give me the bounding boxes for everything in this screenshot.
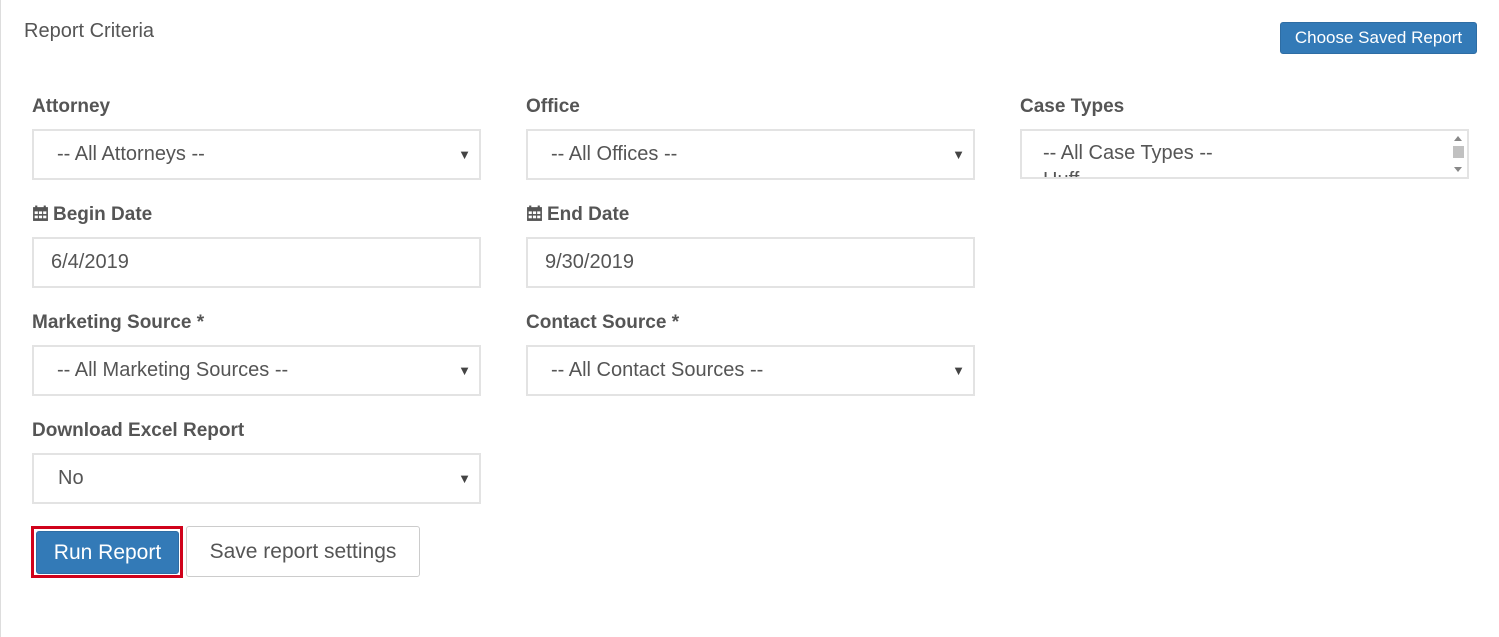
attorney-label: Attorney — [32, 96, 111, 117]
marketing-source-select-value: -- All Marketing Sources -- — [57, 359, 289, 381]
begin-date-label: Begin Date — [32, 204, 152, 226]
calendar-icon — [527, 205, 542, 221]
download-excel-select[interactable]: No ▼ — [32, 453, 481, 504]
case-types-multiselect[interactable]: -- All Case Types -- Huff — [1020, 129, 1469, 179]
scroll-up-icon[interactable] — [1454, 136, 1462, 141]
case-types-option[interactable]: -- All Case Types -- — [1043, 142, 1213, 165]
end-date-label-text: End Date — [547, 204, 630, 225]
chevron-down-icon: ▼ — [458, 471, 471, 486]
end-date-input[interactable]: 9/30/2019 — [526, 237, 975, 288]
download-excel-select-value: No — [58, 467, 84, 489]
marketing-source-label: Marketing Source * — [32, 312, 205, 333]
calendar-icon — [33, 205, 48, 221]
chevron-down-icon: ▼ — [458, 147, 471, 162]
case-types-label: Case Types — [1020, 96, 1125, 117]
office-label: Office — [526, 96, 580, 117]
scroll-down-icon[interactable] — [1454, 167, 1462, 172]
scroll-thumb[interactable] — [1453, 146, 1464, 158]
save-report-settings-button[interactable]: Save report settings — [186, 526, 420, 577]
attorney-select[interactable]: -- All Attorneys -- ▼ — [32, 129, 481, 180]
case-types-option[interactable]: Huff — [1043, 169, 1079, 177]
office-select-value: -- All Offices -- — [551, 143, 678, 165]
choose-saved-report-button[interactable]: Choose Saved Report — [1280, 22, 1477, 54]
end-date-label: End Date — [526, 204, 629, 226]
begin-date-input[interactable]: 6/4/2019 — [32, 237, 481, 288]
contact-source-label: Contact Source * — [526, 312, 680, 333]
contact-source-select-value: -- All Contact Sources -- — [551, 359, 764, 381]
contact-source-select[interactable]: -- All Contact Sources -- ▼ — [526, 345, 975, 396]
office-select[interactable]: -- All Offices -- ▼ — [526, 129, 975, 180]
chevron-down-icon: ▼ — [952, 147, 965, 162]
attorney-select-value: -- All Attorneys -- — [57, 143, 205, 165]
run-report-button[interactable]: Run Report — [36, 531, 179, 574]
case-types-scrollbar[interactable] — [1450, 131, 1467, 177]
marketing-source-select[interactable]: -- All Marketing Sources -- ▼ — [32, 345, 481, 396]
chevron-down-icon: ▼ — [952, 363, 965, 378]
panel-title: Report Criteria — [24, 20, 155, 42]
begin-date-label-text: Begin Date — [53, 204, 153, 225]
report-criteria-panel: Report Criteria Choose Saved Report Atto… — [0, 0, 1499, 637]
chevron-down-icon: ▼ — [458, 363, 471, 378]
download-excel-label: Download Excel Report — [32, 420, 245, 441]
